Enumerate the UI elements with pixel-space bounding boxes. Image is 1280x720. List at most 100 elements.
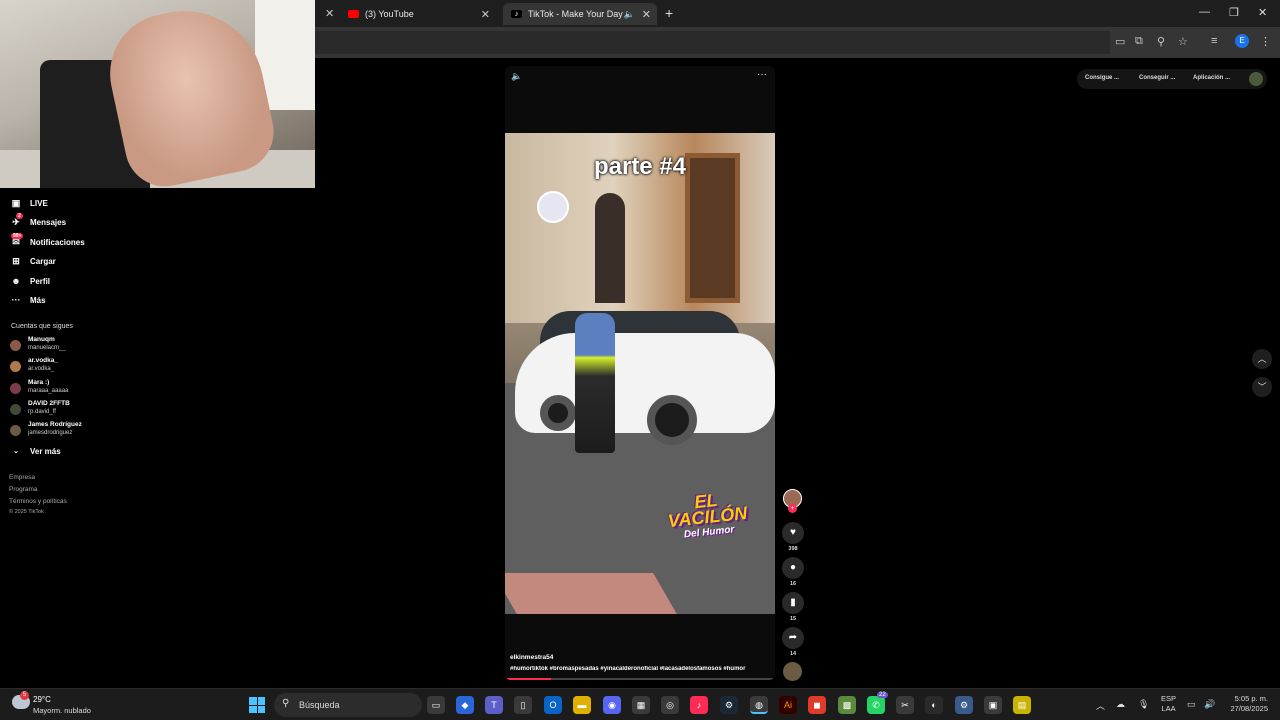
saves-count: 15: [789, 616, 797, 622]
live-icon: ▣: [11, 197, 21, 208]
file-explorer-icon[interactable]: ▬: [573, 696, 591, 714]
following-handle: ar.vodka_: [28, 366, 55, 372]
previous-video-button[interactable]: ︿: [1252, 349, 1272, 369]
follow-plus-icon[interactable]: +: [788, 504, 797, 513]
tab-tiktok[interactable]: ♪ TikTok - Make Your Day 🔈 ✕: [503, 3, 657, 25]
minecraft-icon[interactable]: ▩: [838, 696, 856, 714]
following-item[interactable]: ar.vodka_ ar.vodka_: [10, 357, 110, 379]
whatsapp-icon[interactable]: ✆: [867, 696, 885, 714]
avatar: [10, 404, 21, 415]
close-icon[interactable]: ✕: [481, 8, 490, 21]
nav-live[interactable]: ▣ LIVE: [0, 194, 110, 212]
following-item[interactable]: James Rodríguez jamesdrodriguez: [10, 421, 110, 443]
video-player[interactable]: 🔈 ··· parte #4 EL VACILÓN Del Humor elki…: [505, 66, 775, 680]
app-download-button[interactable]: Aplicación ...: [1193, 75, 1230, 81]
following-item[interactable]: DAVID 2FFTB rp.david_ff: [10, 400, 110, 422]
tray-chevron-icon[interactable]: ︿: [1096, 699, 1105, 712]
following-item[interactable]: Manuqm manuelacm__: [10, 336, 110, 358]
volume-icon[interactable]: 🔈: [511, 71, 522, 82]
translate-icon[interactable]: ⧉: [1135, 35, 1143, 48]
copyright-text: © 2025 TikTok: [9, 509, 44, 515]
copilot-icon[interactable]: ◆: [456, 696, 474, 714]
following-name: DAVID 2FFTB: [28, 400, 70, 407]
illustrator-icon[interactable]: Ai: [779, 696, 797, 714]
task-view-icon[interactable]: ▭: [427, 696, 445, 714]
whatsapp-badge: 22: [877, 692, 888, 698]
bookmark-star-icon[interactable]: ☆: [1178, 35, 1188, 48]
minimize-icon[interactable]: —: [1199, 6, 1210, 18]
cloud-sync-icon[interactable]: ☁: [1116, 699, 1125, 710]
nav-notifications[interactable]: ✉ 99+ Notificaciones: [0, 233, 110, 251]
taskbar-search[interactable]: ⚲ Búsqueda: [274, 693, 422, 717]
teams-icon[interactable]: T: [485, 696, 503, 714]
nav-upload[interactable]: ⊞ Cargar: [0, 252, 110, 270]
like-button[interactable]: ♥: [782, 522, 804, 544]
system-clock[interactable]: 5:05 p. m. 27/08/2025: [1224, 694, 1268, 714]
tiktok-app-icon[interactable]: ♪: [690, 696, 708, 714]
clock-time: 5:05 p. m.: [1234, 694, 1268, 703]
speaker-icon[interactable]: 🔊: [1204, 699, 1215, 710]
cast-icon[interactable]: ▭: [1115, 35, 1125, 48]
following-handle: jamesdrodriguez: [28, 430, 73, 436]
get-coins-button[interactable]: Consigue ...: [1085, 75, 1119, 81]
nav-profile[interactable]: ☻ Perfil: [0, 272, 110, 290]
share-button[interactable]: ➦: [782, 627, 804, 649]
comment-button[interactable]: ●: [782, 557, 804, 579]
see-more-button[interactable]: ⌄ Ver más: [0, 442, 110, 460]
video-author[interactable]: elkinmestra54: [510, 654, 553, 661]
close-window-icon[interactable]: ✕: [1258, 6, 1267, 19]
get-app-button[interactable]: Conseguir ...: [1139, 75, 1175, 81]
video-progress-bar[interactable]: [505, 678, 775, 680]
restore-icon[interactable]: ❐: [1229, 6, 1239, 19]
more-icon: ···: [11, 295, 21, 305]
office-icon[interactable]: ◼: [808, 696, 826, 714]
file-icon[interactable]: ▯: [514, 696, 532, 714]
tab-audio-icon[interactable]: 🔈: [624, 9, 635, 20]
start-button[interactable]: [249, 697, 265, 713]
menu-kebab-icon[interactable]: ⋮: [1260, 35, 1271, 48]
new-tab-button[interactable]: +: [665, 5, 673, 21]
outlook-icon[interactable]: O: [544, 696, 562, 714]
capcut-icon[interactable]: ✂: [896, 696, 914, 714]
obs-icon[interactable]: ◎: [661, 696, 679, 714]
store-icon[interactable]: ▦: [632, 696, 650, 714]
sound-disc-icon[interactable]: [783, 662, 802, 681]
address-bar[interactable]: [315, 31, 1110, 54]
clock-date: 27/08/2025: [1230, 704, 1268, 713]
discord-icon[interactable]: ◉: [603, 696, 621, 714]
video-wheel: [647, 395, 697, 445]
nav-messages[interactable]: ✈ 2 Mensajes: [0, 213, 110, 231]
video-frame[interactable]: parte #4 EL VACILÓN Del Humor: [505, 133, 775, 614]
more-options-icon[interactable]: ···: [757, 69, 767, 80]
window-app-icon[interactable]: ▣: [984, 696, 1002, 714]
nav-more[interactable]: ··· Más: [0, 291, 110, 309]
language-indicator[interactable]: ESP LAA: [1161, 694, 1176, 714]
steam-icon[interactable]: ⚙: [720, 696, 738, 714]
windows-logo-pane: [257, 697, 265, 705]
chrome-icon[interactable]: ◍: [750, 696, 768, 714]
save-button[interactable]: ▮: [782, 592, 804, 614]
see-more-label: Ver más: [30, 446, 61, 456]
video-hashtags[interactable]: #humortiktok #bromaspesadas #yinacaldero…: [510, 666, 772, 672]
tab-youtube-title: (3) YouTube: [365, 9, 414, 19]
close-icon[interactable]: ✕: [642, 8, 651, 21]
next-video-button[interactable]: ﹀: [1252, 377, 1272, 397]
settings-icon[interactable]: ⚙: [955, 696, 973, 714]
network-icon[interactable]: ▭: [1187, 699, 1196, 710]
app-icon[interactable]: ◐: [925, 696, 943, 714]
footer-link[interactable]: Programa: [9, 486, 38, 493]
microphone-icon[interactable]: 🎙: [1138, 699, 1149, 710]
zoom-icon[interactable]: ⚲: [1157, 35, 1165, 48]
profile-avatar[interactable]: E: [1235, 34, 1249, 48]
chevron-down-icon: ⌄: [13, 448, 19, 455]
user-avatar[interactable]: [1249, 72, 1263, 86]
close-tab-icon[interactable]: ✕: [325, 7, 334, 20]
weather-description[interactable]: Mayorm. nublado: [33, 706, 91, 715]
reading-list-icon[interactable]: ≡: [1211, 35, 1217, 47]
following-item[interactable]: Mara :) maraaa_aaaaa: [10, 379, 110, 401]
weather-temperature[interactable]: 29°C: [33, 695, 51, 704]
tab-youtube[interactable]: (3) YouTube ✕: [340, 3, 496, 25]
footer-link[interactable]: Empresa: [9, 474, 35, 481]
winrar-icon[interactable]: ▤: [1013, 696, 1031, 714]
footer-link[interactable]: Términos y políticas: [9, 498, 67, 505]
